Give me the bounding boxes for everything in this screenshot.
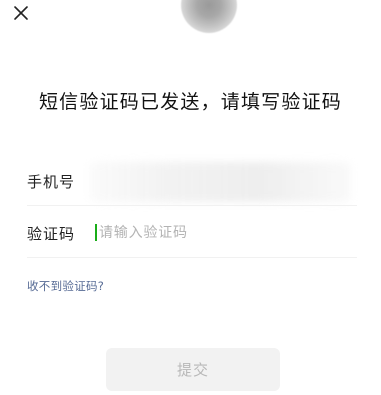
phone-row: 手机号 [27, 156, 357, 206]
submit-button[interactable]: 提交 [106, 348, 280, 391]
close-button[interactable] [10, 2, 32, 24]
code-not-received-link[interactable]: 收不到验证码? [27, 278, 104, 294]
divider [27, 205, 357, 206]
divider [27, 257, 357, 258]
avatar [181, 0, 237, 33]
phone-label: 手机号 [27, 173, 76, 191]
verification-code-input[interactable] [94, 221, 339, 245]
phone-number-value [89, 162, 351, 202]
code-label: 验证码 [27, 225, 76, 243]
text-cursor [95, 224, 97, 241]
page-title: 短信验证码已发送，请填写验证码 [38, 91, 342, 113]
close-icon [14, 6, 28, 20]
code-row: 验证码 [27, 208, 357, 258]
